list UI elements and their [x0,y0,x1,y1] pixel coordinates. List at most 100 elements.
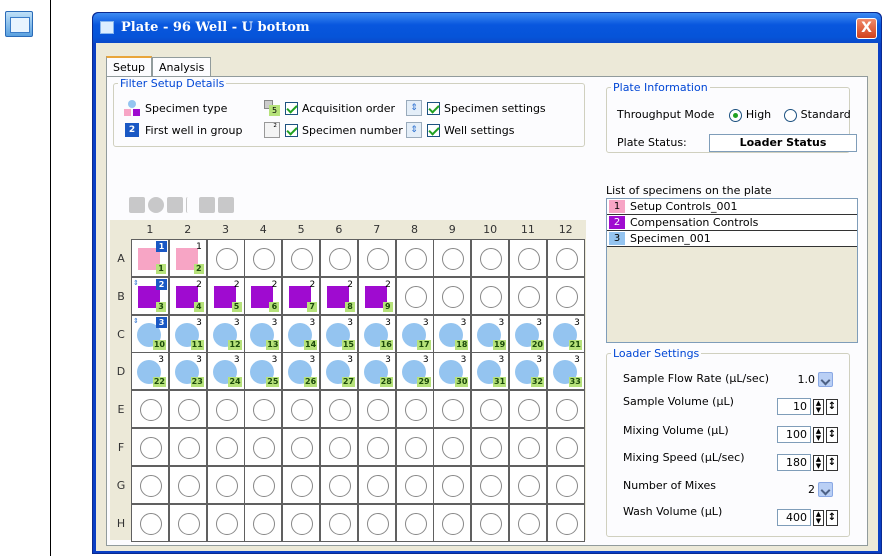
plate-well[interactable] [433,276,472,315]
plate-well[interactable]: 3 12 [206,314,245,353]
plate-well[interactable] [395,503,434,542]
column-header[interactable]: 3 [207,223,245,236]
plate-well[interactable]: 3 28 [357,352,396,391]
plate-well[interactable] [206,465,245,504]
plate-well[interactable] [471,465,510,504]
plate-well[interactable] [546,276,585,315]
plate-well[interactable] [509,503,547,542]
row-header[interactable]: H [114,517,128,530]
plate-well[interactable]: 3 20 [509,314,547,353]
plate-well[interactable]: 3 ⇕ 10 [131,314,169,353]
plate-well[interactable]: 26 [244,276,283,315]
number-of-mixes-dropdown[interactable]: 2 [793,482,833,497]
plate-well[interactable] [206,239,245,277]
plate-well[interactable] [546,239,585,277]
plate-well[interactable]: 12 [168,239,207,277]
plate-well[interactable] [168,465,207,504]
wash-volume-spinner[interactable]: 400 ▲ ▼ ↕ [777,509,838,526]
plate-well[interactable]: 3 11 [168,314,207,353]
row-header[interactable]: B [114,290,128,303]
plate-well[interactable] [168,503,207,542]
plate-well[interactable]: 3 27 [320,352,358,391]
plate-well[interactable] [320,465,358,504]
mixing-speed-input[interactable]: 180 [777,454,811,471]
plate-well[interactable] [282,428,321,466]
specimen-list-item[interactable]: 1 Setup Controls_001 [607,199,857,215]
flow-rate-dropdown[interactable]: 1.0 [793,372,833,387]
row-header[interactable]: G [114,479,128,492]
plate-well[interactable] [320,428,358,466]
plate-well[interactable]: 2 ⇕ 3 [131,276,169,315]
plate-well[interactable]: 27 [282,276,321,315]
specimen-list-item[interactable]: 2 Compensation Controls [607,215,857,231]
mixing-volume-spinner[interactable]: 100 ▲ ▼ ↕ [777,426,838,443]
plate-well[interactable]: 3 19 [471,314,510,353]
plate-well[interactable]: 24 [168,276,207,315]
plate-well[interactable] [433,239,472,277]
plate-well[interactable] [320,239,358,277]
plate-well[interactable] [471,390,510,429]
filter-acquisition-order[interactable]: 5 Acquisition order [264,100,395,116]
spin-arrows-icon[interactable]: ▲ ▼ [813,398,824,415]
settings-swap-icon[interactable] [199,197,215,213]
plate-well[interactable] [168,390,207,429]
plate-well[interactable] [282,503,321,542]
plate-well[interactable] [282,390,321,429]
plate-well[interactable]: 3 26 [282,352,321,391]
desktop-app-icon[interactable] [5,11,33,37]
column-header[interactable]: 12 [547,223,585,236]
plate-well[interactable]: 3 17 [395,314,434,353]
plate-well[interactable] [320,503,358,542]
plate-well[interactable] [471,428,510,466]
loader-status-button[interactable]: Loader Status [709,134,857,152]
plate-well[interactable] [244,428,283,466]
plate-well[interactable] [131,390,169,429]
spin-arrows-icon[interactable]: ▲ ▼ [813,426,824,443]
plate-well[interactable] [357,503,396,542]
acquisition-order-checkbox[interactable] [285,101,298,115]
plate-well[interactable]: 3 31 [471,352,510,391]
plate-well[interactable]: 3 29 [395,352,434,391]
plate-well[interactable] [509,239,547,277]
sample-volume-input[interactable]: 10 [777,398,811,415]
plate-well[interactable] [509,428,547,466]
mode-standard-label[interactable]: Standard [801,108,851,121]
specimen-list-item[interactable]: 3 Specimen_001 [607,231,857,247]
chevron-down-icon[interactable] [818,482,833,497]
plate-well[interactable] [546,465,585,504]
well-select-icon[interactable] [148,197,164,213]
column-header[interactable]: 7 [358,223,396,236]
plate-well[interactable]: 3 13 [244,314,283,353]
plate-well[interactable]: 3 18 [433,314,472,353]
plate-well[interactable] [357,239,396,277]
plate-well[interactable] [509,465,547,504]
plate-well[interactable] [471,503,510,542]
mixing-volume-input[interactable]: 100 [777,426,811,443]
tab-setup[interactable]: Setup [106,56,153,77]
column-header[interactable]: 5 [282,223,320,236]
filter-first-well[interactable]: 2 First well in group [124,122,243,138]
plate-well[interactable]: 3 21 [546,314,585,353]
spin-arrows-icon[interactable]: ▲ ▼ [813,509,824,526]
plate-well[interactable] [546,390,585,429]
column-header[interactable]: 2 [169,223,207,236]
plate-well[interactable] [244,465,283,504]
plate-well[interactable] [395,465,434,504]
plate-well[interactable] [131,503,169,542]
fill-down-icon[interactable]: ↕ [826,509,838,526]
title-bar[interactable]: Plate - 96 Well - U bottom X [93,13,881,43]
plate-well[interactable] [471,239,510,277]
plate-well[interactable] [282,465,321,504]
plate-well[interactable] [206,390,245,429]
wash-volume-input[interactable]: 400 [777,509,811,526]
plate-well[interactable] [509,390,547,429]
column-header[interactable]: 11 [509,223,547,236]
plate-well[interactable] [433,503,472,542]
column-header[interactable]: 1 [131,223,169,236]
mode-standard-radio[interactable] [784,108,798,122]
print-icon[interactable] [218,197,234,213]
plate-well[interactable] [433,465,472,504]
plate-well[interactable]: 3 32 [509,352,547,391]
fill-down-icon[interactable]: ↕ [826,454,838,471]
row-header[interactable]: C [114,328,128,341]
